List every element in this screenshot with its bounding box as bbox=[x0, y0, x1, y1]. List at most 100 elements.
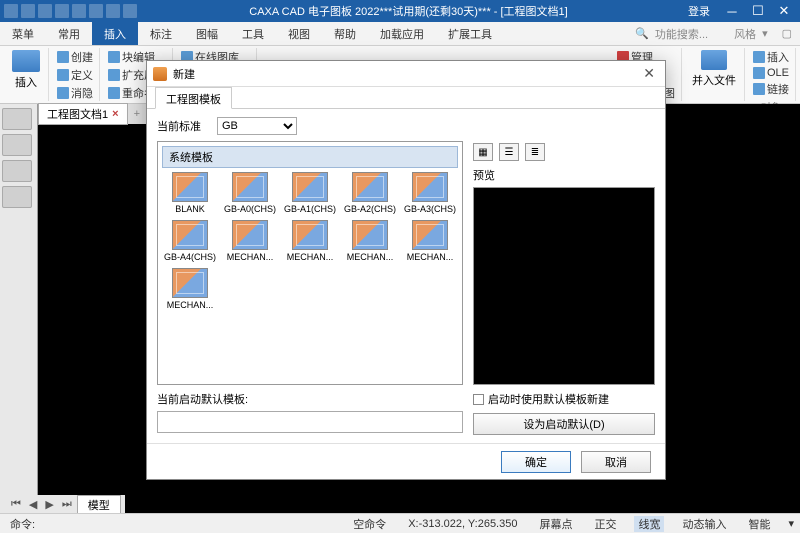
template-icon bbox=[412, 172, 448, 202]
define-button[interactable]: 定义 bbox=[55, 66, 95, 84]
link-button[interactable]: 链接 bbox=[751, 80, 791, 98]
panel-icon[interactable] bbox=[2, 134, 32, 156]
set-default-button[interactable]: 设为启动默认(D) bbox=[473, 413, 655, 435]
add-tab-icon[interactable]: + bbox=[128, 108, 146, 120]
template-label: MECHAN... bbox=[342, 252, 398, 262]
tab-common[interactable]: 常用 bbox=[46, 22, 92, 45]
standard-label: 当前标准 bbox=[157, 118, 209, 134]
template-item[interactable]: GB-A2(CHS) bbox=[342, 172, 398, 214]
search-icon: 🔍 bbox=[635, 27, 649, 40]
template-item[interactable]: MECHAN... bbox=[222, 220, 278, 262]
template-item[interactable]: GB-A1(CHS) bbox=[282, 172, 338, 214]
template-label: GB-A2(CHS) bbox=[342, 204, 398, 214]
standard-select[interactable]: GB bbox=[217, 117, 297, 135]
insert-obj-button[interactable]: 插入 bbox=[751, 48, 791, 66]
qat-icon[interactable] bbox=[123, 4, 137, 18]
nav-next-icon[interactable]: ▶ bbox=[42, 498, 56, 511]
maximize-icon[interactable]: ☐ bbox=[746, 2, 770, 20]
tab-tools[interactable]: 工具 bbox=[230, 22, 276, 45]
left-panel bbox=[0, 104, 38, 513]
template-item[interactable]: MECHAN... bbox=[162, 268, 218, 310]
model-tab[interactable]: 模型 bbox=[77, 495, 121, 514]
create-button[interactable]: 创建 bbox=[55, 48, 95, 66]
ortho-toggle[interactable]: 正交 bbox=[590, 516, 620, 532]
nav-last-icon[interactable]: ⏭ bbox=[59, 498, 75, 511]
doc-tab[interactable]: 工程图文档1× bbox=[38, 103, 128, 125]
chevron-down-icon[interactable]: ▾ bbox=[762, 27, 768, 40]
screen-point[interactable]: 屏幕点 bbox=[535, 516, 576, 532]
cancel-button[interactable]: 取消 bbox=[581, 451, 651, 473]
tab-insert[interactable]: 插入 bbox=[92, 22, 138, 45]
style-dropdown[interactable]: 风格 bbox=[734, 26, 756, 42]
merge-file-button[interactable]: 并入文件 bbox=[688, 48, 740, 90]
attr-icon bbox=[108, 69, 120, 81]
nav-prev-icon[interactable]: ◀ bbox=[26, 498, 40, 511]
use-default-checkbox[interactable]: 启动时使用默认模板新建 bbox=[473, 391, 655, 407]
qat-icon[interactable] bbox=[72, 4, 86, 18]
chevron-down-icon[interactable]: ▾ bbox=[788, 517, 794, 530]
tab-sheet[interactable]: 图幅 bbox=[184, 22, 230, 45]
template-item[interactable]: BLANK bbox=[162, 172, 218, 214]
panel-icon[interactable] bbox=[2, 186, 32, 208]
template-icon bbox=[172, 268, 208, 298]
create-icon bbox=[57, 51, 69, 63]
dyn-input-toggle[interactable]: 动态输入 bbox=[678, 516, 730, 532]
view-list-icon[interactable]: ☰ bbox=[499, 143, 519, 161]
empty-cmd: 空命令 bbox=[349, 516, 390, 532]
template-list: 系统模板 BLANKGB-A0(CHS)GB-A1(CHS)GB-A2(CHS)… bbox=[157, 141, 463, 385]
tab-view[interactable]: 视图 bbox=[276, 22, 322, 45]
tab-extend[interactable]: 扩展工具 bbox=[436, 22, 504, 45]
template-icon bbox=[292, 220, 328, 250]
panel-icon[interactable] bbox=[2, 160, 32, 182]
close-icon[interactable]: ✕ bbox=[772, 2, 796, 20]
new-dialog: 新建 ✕ 工程图模板 当前标准 GB 系统模板 BLANKGB-A0(CHS)G… bbox=[146, 60, 666, 480]
smart-toggle[interactable]: 智能 bbox=[744, 516, 774, 532]
tab-annotate[interactable]: 标注 bbox=[138, 22, 184, 45]
template-item[interactable]: MECHAN... bbox=[402, 220, 458, 262]
tab-menu[interactable]: 菜单 bbox=[0, 22, 46, 45]
view-large-icon[interactable]: ▦ bbox=[473, 143, 493, 161]
search-placeholder[interactable]: 功能搜索... bbox=[655, 26, 708, 42]
default-template-input[interactable] bbox=[157, 411, 463, 433]
close-tab-icon[interactable]: × bbox=[112, 108, 118, 120]
template-icon bbox=[172, 172, 208, 202]
ok-button[interactable]: 确定 bbox=[501, 451, 571, 473]
dialog-close-icon[interactable]: ✕ bbox=[639, 65, 659, 82]
view-detail-icon[interactable]: ≣ bbox=[525, 143, 545, 161]
tab-help[interactable]: 帮助 bbox=[322, 22, 368, 45]
template-label: GB-A4(CHS) bbox=[162, 252, 218, 262]
qat-icon[interactable] bbox=[38, 4, 52, 18]
template-label: BLANK bbox=[162, 204, 218, 214]
template-item[interactable]: GB-A4(CHS) bbox=[162, 220, 218, 262]
cmd-label: 命令: bbox=[6, 516, 39, 532]
tab-drawing-template[interactable]: 工程图模板 bbox=[155, 87, 232, 109]
template-icon bbox=[232, 172, 268, 202]
qat-icon[interactable] bbox=[89, 4, 103, 18]
tab-addin[interactable]: 加载应用 bbox=[368, 22, 436, 45]
template-item[interactable]: MECHAN... bbox=[282, 220, 338, 262]
lineweight-toggle[interactable]: 线宽 bbox=[634, 516, 664, 532]
qat-icon[interactable] bbox=[21, 4, 35, 18]
block-icon bbox=[12, 50, 40, 72]
rename-icon bbox=[108, 87, 120, 99]
collapse-ribbon-icon[interactable]: ▢ bbox=[782, 27, 792, 40]
panel-icon[interactable] bbox=[2, 108, 32, 130]
qat-icon[interactable] bbox=[4, 4, 18, 18]
hide-button[interactable]: 消隐 bbox=[55, 84, 95, 102]
nav-first-icon[interactable]: ⏮ bbox=[8, 498, 24, 511]
titlebar: CAXA CAD 电子图板 2022***试用期(还剩30天)*** - [工程… bbox=[0, 0, 800, 22]
template-item[interactable]: GB-A0(CHS) bbox=[222, 172, 278, 214]
login-button[interactable]: 登录 bbox=[680, 2, 718, 20]
app-title: CAXA CAD 电子图板 2022***试用期(还剩30天)*** - [工程… bbox=[137, 3, 680, 19]
qat-icon[interactable] bbox=[55, 4, 69, 18]
ole-button[interactable]: OLE bbox=[751, 66, 791, 80]
template-item[interactable]: GB-A3(CHS) bbox=[402, 172, 458, 214]
document-tabs: 工程图文档1× + bbox=[38, 104, 146, 124]
template-icon bbox=[172, 220, 208, 250]
model-tabs: ⏮ ◀ ▶ ⏭ 模型 bbox=[4, 495, 125, 513]
minimize-icon[interactable]: ─ bbox=[720, 2, 744, 20]
qat-icon[interactable] bbox=[106, 4, 120, 18]
template-label: GB-A0(CHS) bbox=[222, 204, 278, 214]
template-item[interactable]: MECHAN... bbox=[342, 220, 398, 262]
insert-block-button[interactable]: 插入 bbox=[8, 48, 44, 92]
